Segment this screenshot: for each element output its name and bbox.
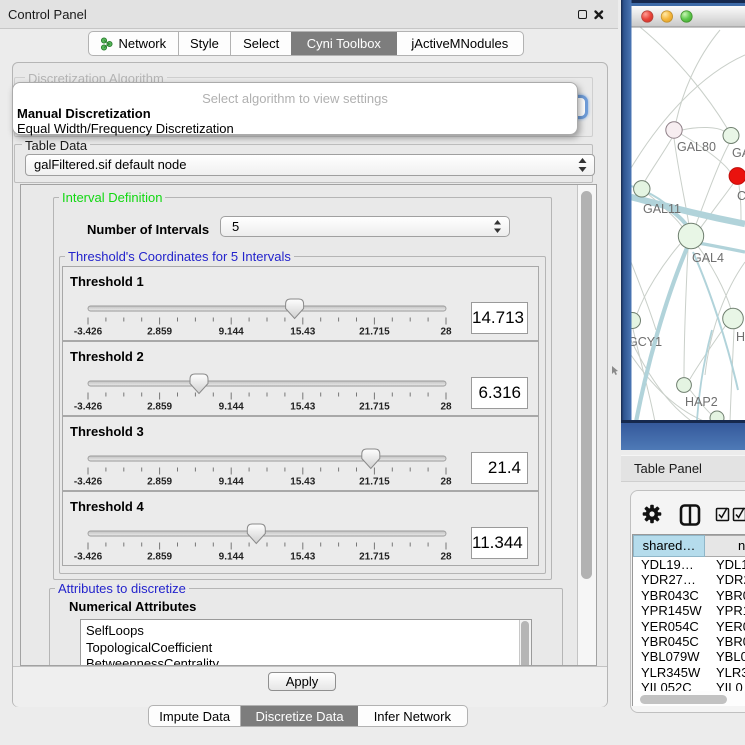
svg-text:9.144: 9.144 bbox=[219, 552, 244, 563]
svg-text:-3.426: -3.426 bbox=[74, 402, 103, 413]
svg-text:2.859: 2.859 bbox=[147, 552, 172, 563]
svg-text:-3.426: -3.426 bbox=[74, 477, 103, 488]
svg-text:2.859: 2.859 bbox=[147, 402, 172, 413]
svg-text:-3.426: -3.426 bbox=[74, 327, 103, 338]
svg-text:28: 28 bbox=[440, 477, 452, 488]
svg-text:HAP2: HAP2 bbox=[685, 395, 718, 409]
svg-text:21.715: 21.715 bbox=[359, 477, 390, 488]
svg-text:15.43: 15.43 bbox=[290, 402, 315, 413]
svg-text:21.715: 21.715 bbox=[359, 327, 390, 338]
svg-text:-3.426: -3.426 bbox=[74, 552, 103, 563]
svg-text:21.715: 21.715 bbox=[359, 402, 390, 413]
svg-text:H: H bbox=[736, 330, 745, 344]
svg-text:28: 28 bbox=[440, 552, 452, 563]
svg-text:15.43: 15.43 bbox=[290, 477, 315, 488]
svg-text:GCY1: GCY1 bbox=[628, 335, 662, 349]
svg-text:9.144: 9.144 bbox=[219, 327, 244, 338]
svg-text:15.43: 15.43 bbox=[290, 552, 315, 563]
svg-text:28: 28 bbox=[440, 327, 452, 338]
svg-text:15.43: 15.43 bbox=[290, 327, 315, 338]
svg-text:9.144: 9.144 bbox=[219, 477, 244, 488]
svg-text:28: 28 bbox=[440, 402, 452, 413]
svg-text:GAL80: GAL80 bbox=[677, 140, 716, 154]
svg-text:2.859: 2.859 bbox=[147, 477, 172, 488]
svg-text:2.859: 2.859 bbox=[147, 327, 172, 338]
svg-text:C: C bbox=[737, 189, 745, 203]
svg-text:9.144: 9.144 bbox=[219, 402, 244, 413]
svg-text:GAL4: GAL4 bbox=[692, 251, 724, 265]
svg-text:21.715: 21.715 bbox=[359, 552, 390, 563]
svg-text:GAL11: GAL11 bbox=[643, 202, 681, 216]
svg-text:GA: GA bbox=[732, 146, 745, 160]
